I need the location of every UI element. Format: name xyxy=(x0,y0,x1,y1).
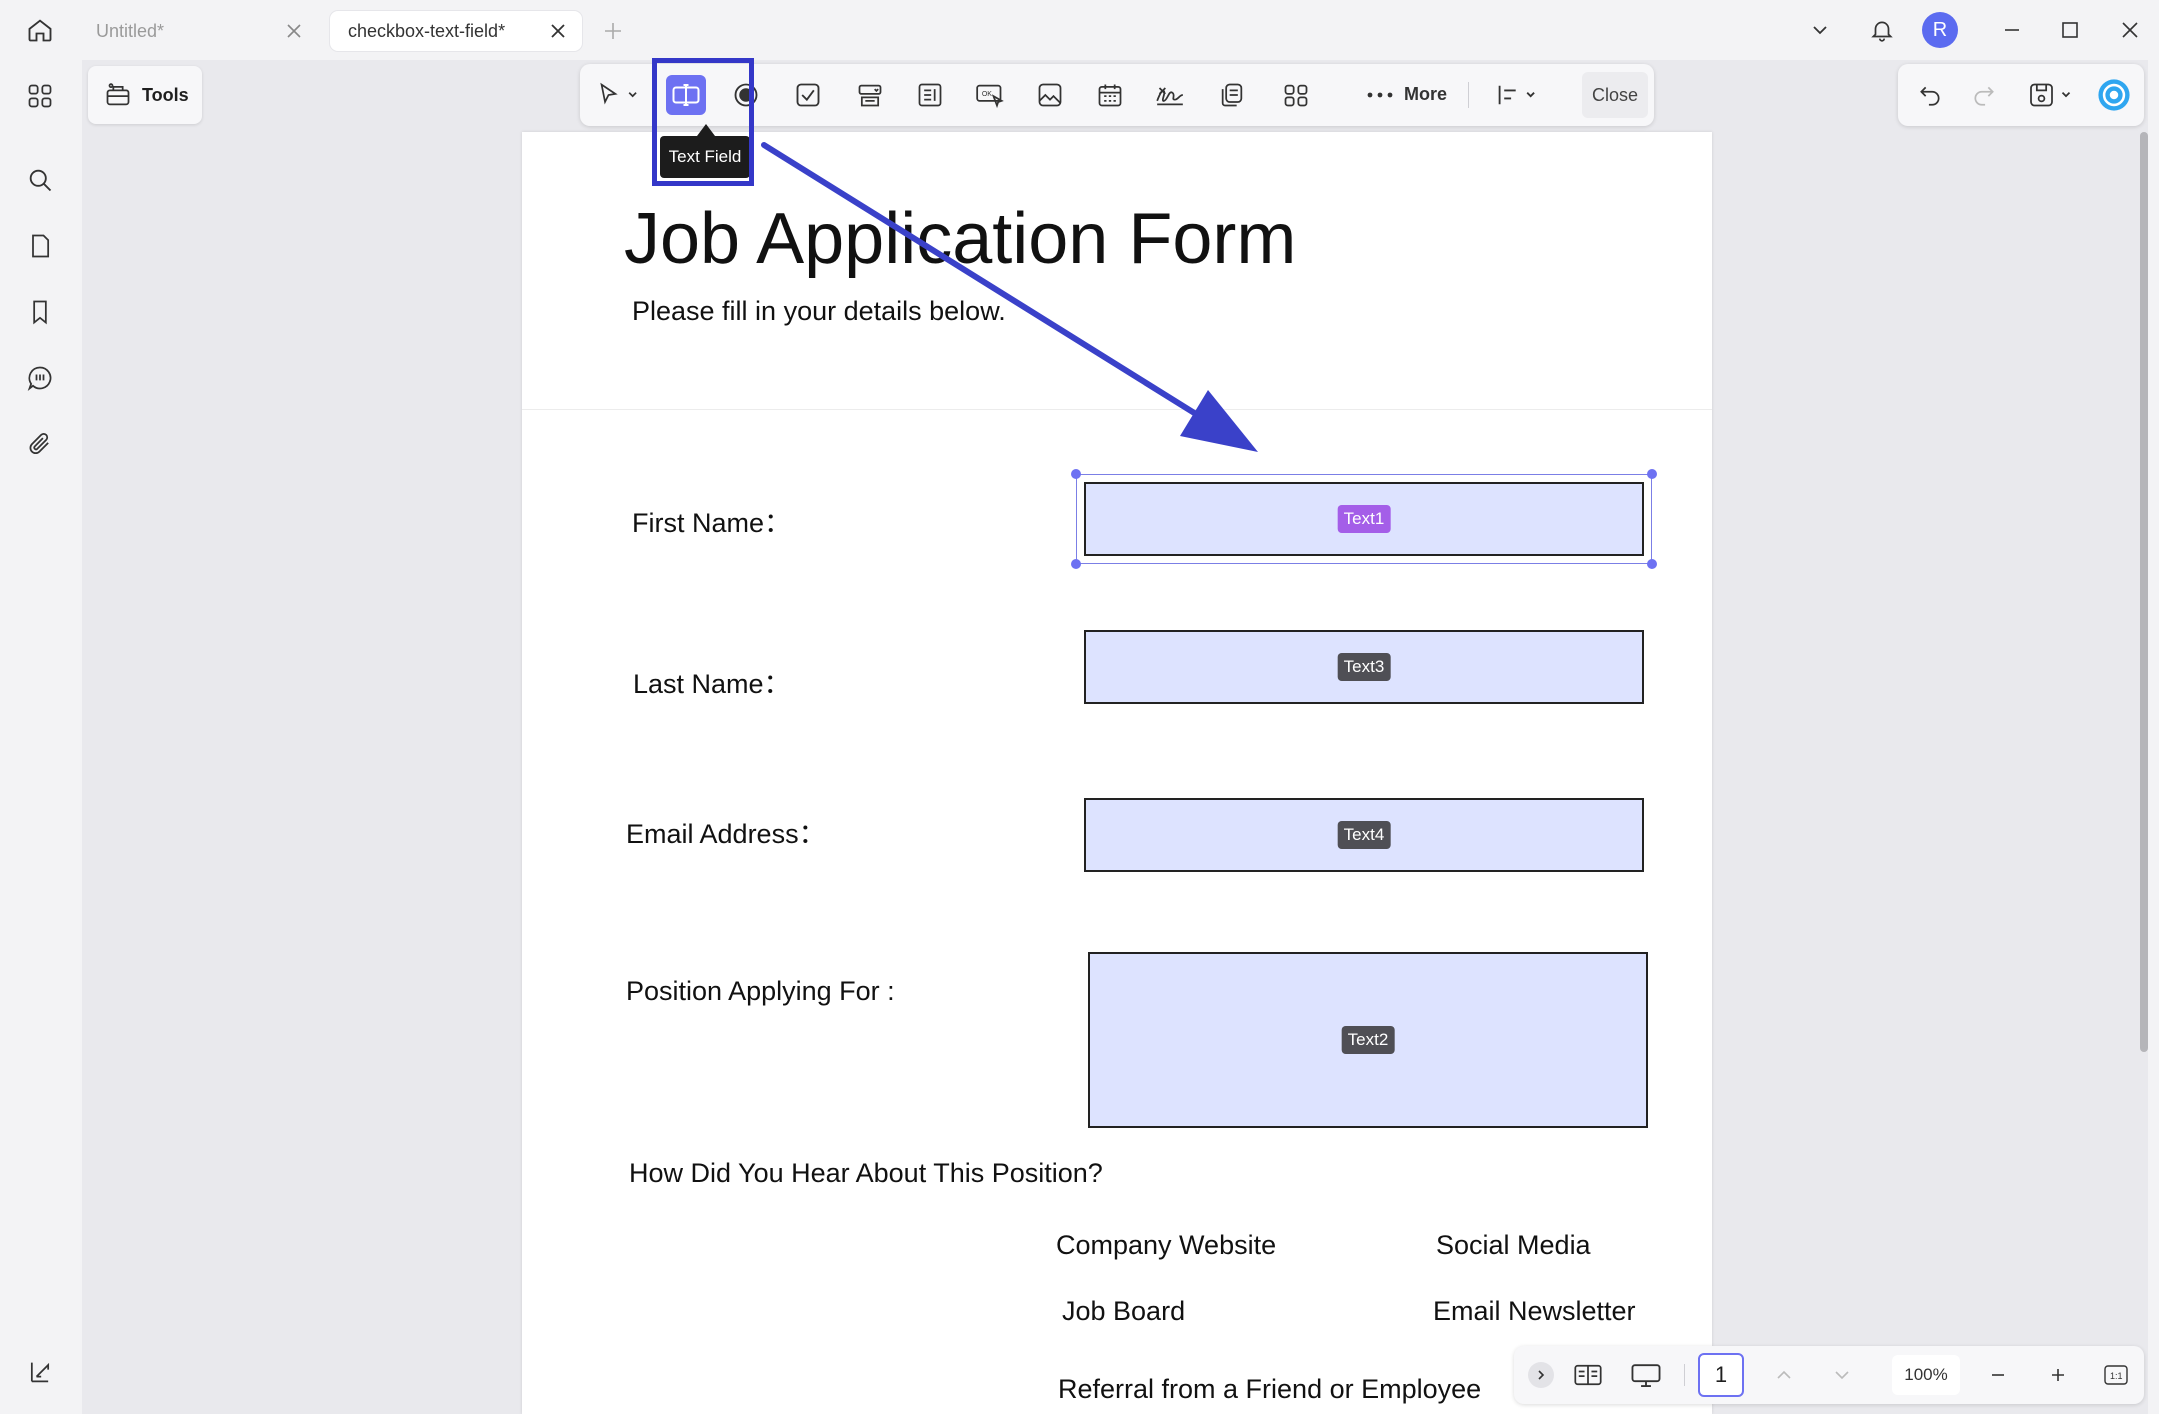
zoom-level[interactable]: 100% xyxy=(1892,1355,1960,1395)
highlight-box xyxy=(652,58,754,186)
previous-page-icon[interactable] xyxy=(1768,1361,1800,1389)
bottom-navigation-bar: 1 100% 1:1 xyxy=(1514,1346,2144,1404)
page-view-icon[interactable] xyxy=(1568,1357,1608,1393)
page-number-input[interactable]: 1 xyxy=(1698,1353,1744,1397)
annotation-arrow xyxy=(761,142,1258,452)
zoom-out-icon[interactable] xyxy=(1982,1361,2014,1389)
divider xyxy=(1684,1364,1685,1386)
presentation-icon[interactable] xyxy=(1626,1357,1666,1393)
expand-chevron-icon[interactable] xyxy=(1528,1362,1554,1388)
zoom-in-icon[interactable] xyxy=(2042,1361,2074,1389)
actual-size-icon[interactable]: 1:1 xyxy=(2100,1361,2132,1389)
vertical-scrollbar[interactable] xyxy=(2140,132,2148,1052)
svg-text:1:1: 1:1 xyxy=(2110,1371,2123,1381)
next-page-icon[interactable] xyxy=(1826,1361,1858,1389)
